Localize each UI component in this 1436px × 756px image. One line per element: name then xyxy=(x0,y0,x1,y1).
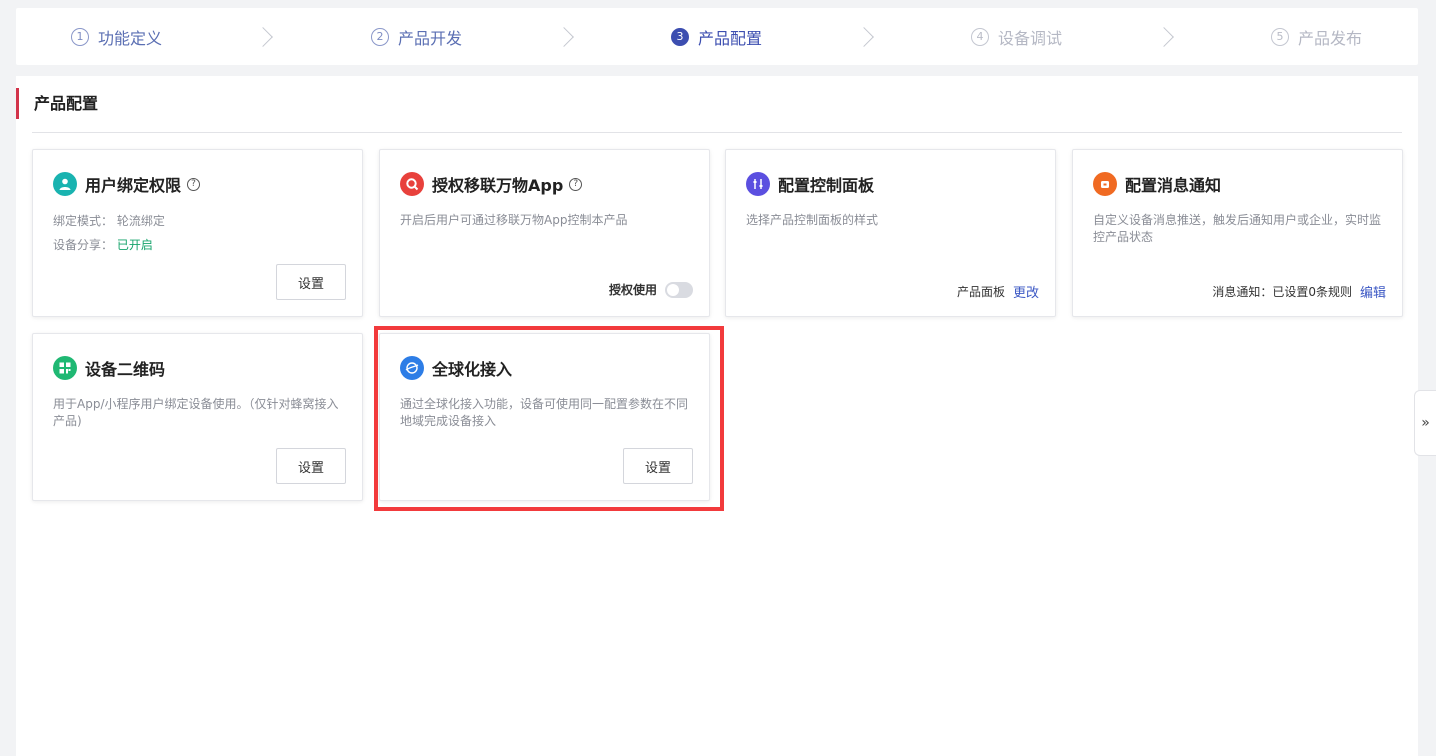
qrcode-icon xyxy=(53,356,77,380)
card-title: 全球化接入 xyxy=(432,360,513,379)
card-title: 用户绑定权限 xyxy=(85,176,182,195)
step-4-number: 4 xyxy=(971,27,989,46)
card-description: 开启后用户可通过移联万物App控制本产品 xyxy=(400,213,628,227)
panel-foot: 产品面板 更改 xyxy=(957,282,1039,301)
card-header: 设备二维码 xyxy=(53,356,165,380)
device-share-label: 设备分享： xyxy=(53,238,114,252)
auth-toggle-label: 授权使用 xyxy=(608,283,657,297)
chevron-right-icon xyxy=(854,27,874,47)
card-user-binding: 用户绑定权限 ? 绑定模式： 轮流绑定 设备分享： 已开启 设置 xyxy=(32,149,363,317)
card-header: 配置消息通知 xyxy=(1093,172,1221,196)
user-icon xyxy=(53,172,77,196)
app-logo-icon xyxy=(400,172,424,196)
double-chevron-right-icon: » xyxy=(1421,415,1430,431)
binding-mode: 绑定模式： 轮流绑定 xyxy=(53,212,165,229)
chevron-right-icon xyxy=(554,27,574,47)
sliders-icon xyxy=(746,172,770,196)
step-5-label: 产品发布 xyxy=(1298,28,1363,48)
step-3-number: 3 xyxy=(671,27,689,46)
chevron-right-icon xyxy=(1154,27,1174,47)
auth-toggle-row: 授权使用 xyxy=(609,281,693,298)
section-title: 产品配置 xyxy=(16,88,98,119)
card-header: 用户绑定权限 ? xyxy=(53,172,201,196)
help-icon[interactable]: ? xyxy=(569,177,583,191)
binding-mode-value: 轮流绑定 xyxy=(116,214,165,228)
card-description: 选择产品控制面板的样式 xyxy=(746,213,879,227)
card-control-panel: 配置控制面板 选择产品控制面板的样式 产品面板 更改 xyxy=(725,149,1056,317)
step-1[interactable]: 1 功能定义 xyxy=(71,8,162,65)
step-3[interactable]: 3 产品配置 xyxy=(671,8,762,65)
step-5-number: 5 xyxy=(1271,27,1289,46)
card-title: 设备二维码 xyxy=(85,360,166,379)
step-4-label: 设备调试 xyxy=(998,28,1063,48)
step-2-number: 2 xyxy=(371,27,389,46)
card-description: 通过全球化接入功能，设备可使用同一配置参数在不同地域完成设备接入 xyxy=(400,397,689,428)
binding-settings-button[interactable]: 设置 xyxy=(276,264,346,300)
card-app-auth: 授权移联万物App ? 开启后用户可通过移联万物App控制本产品 授权使用 xyxy=(379,149,710,317)
step-1-label: 功能定义 xyxy=(98,28,163,48)
chevron-right-icon xyxy=(253,27,273,47)
auth-toggle[interactable] xyxy=(665,281,693,298)
card-message-notify: 配置消息通知 自定义设备消息推送，触发后通知用户或企业，实时监控产品状态 消息通… xyxy=(1072,149,1403,317)
step-2-label: 产品开发 xyxy=(398,28,463,48)
bell-icon xyxy=(1093,172,1117,196)
globe-icon xyxy=(400,356,424,380)
notify-foot: 消息通知：已设置0条规则 编辑 xyxy=(1212,282,1386,301)
notify-foot-label: 消息通知：已设置0条规则 xyxy=(1212,285,1352,299)
step-5[interactable]: 5 产品发布 xyxy=(1271,8,1362,65)
device-share: 设备分享： 已开启 xyxy=(53,236,153,253)
card-header: 配置控制面板 xyxy=(746,172,874,196)
panel-foot-label: 产品面板 xyxy=(956,285,1005,299)
expand-sidebar-button[interactable]: » xyxy=(1414,390,1436,456)
config-panel: 产品配置 用户绑定权限 ? 绑定模式： 轮流绑定 设备分享： 已开启 设置 授权… xyxy=(16,76,1418,756)
card-device-qrcode: 设备二维码 用于App/小程序用户绑定设备使用。（仅针对蜂窝接入产品) 设置 xyxy=(32,333,363,501)
global-settings-button[interactable]: 设置 xyxy=(623,448,693,484)
card-description: 用于App/小程序用户绑定设备使用。（仅针对蜂窝接入产品) xyxy=(53,397,339,428)
card-header: 授权移联万物App ? xyxy=(400,172,583,196)
device-share-status: 已开启 xyxy=(116,238,153,252)
step-1-number: 1 xyxy=(71,27,89,46)
step-4[interactable]: 4 设备调试 xyxy=(971,8,1062,65)
change-panel-link[interactable]: 更改 xyxy=(1013,282,1039,301)
card-title: 配置控制面板 xyxy=(778,176,875,195)
card-title: 授权移联万物App xyxy=(432,176,564,195)
help-icon[interactable]: ? xyxy=(187,177,201,191)
step-2[interactable]: 2 产品开发 xyxy=(371,8,462,65)
step-3-label: 产品配置 xyxy=(698,28,763,48)
card-title: 配置消息通知 xyxy=(1125,176,1222,195)
divider xyxy=(32,132,1402,133)
card-description: 自定义设备消息推送，触发后通知用户或企业，实时监控产品状态 xyxy=(1093,213,1382,244)
edit-notify-link[interactable]: 编辑 xyxy=(1360,282,1386,301)
step-bar: 1 功能定义 2 产品开发 3 产品配置 4 设备调试 5 产品发布 xyxy=(16,8,1418,65)
card-header: 全球化接入 xyxy=(400,356,512,380)
card-global-access: 全球化接入 通过全球化接入功能，设备可使用同一配置参数在不同地域完成设备接入 设… xyxy=(379,333,710,501)
qrcode-settings-button[interactable]: 设置 xyxy=(276,448,346,484)
binding-mode-label: 绑定模式： xyxy=(53,214,114,228)
